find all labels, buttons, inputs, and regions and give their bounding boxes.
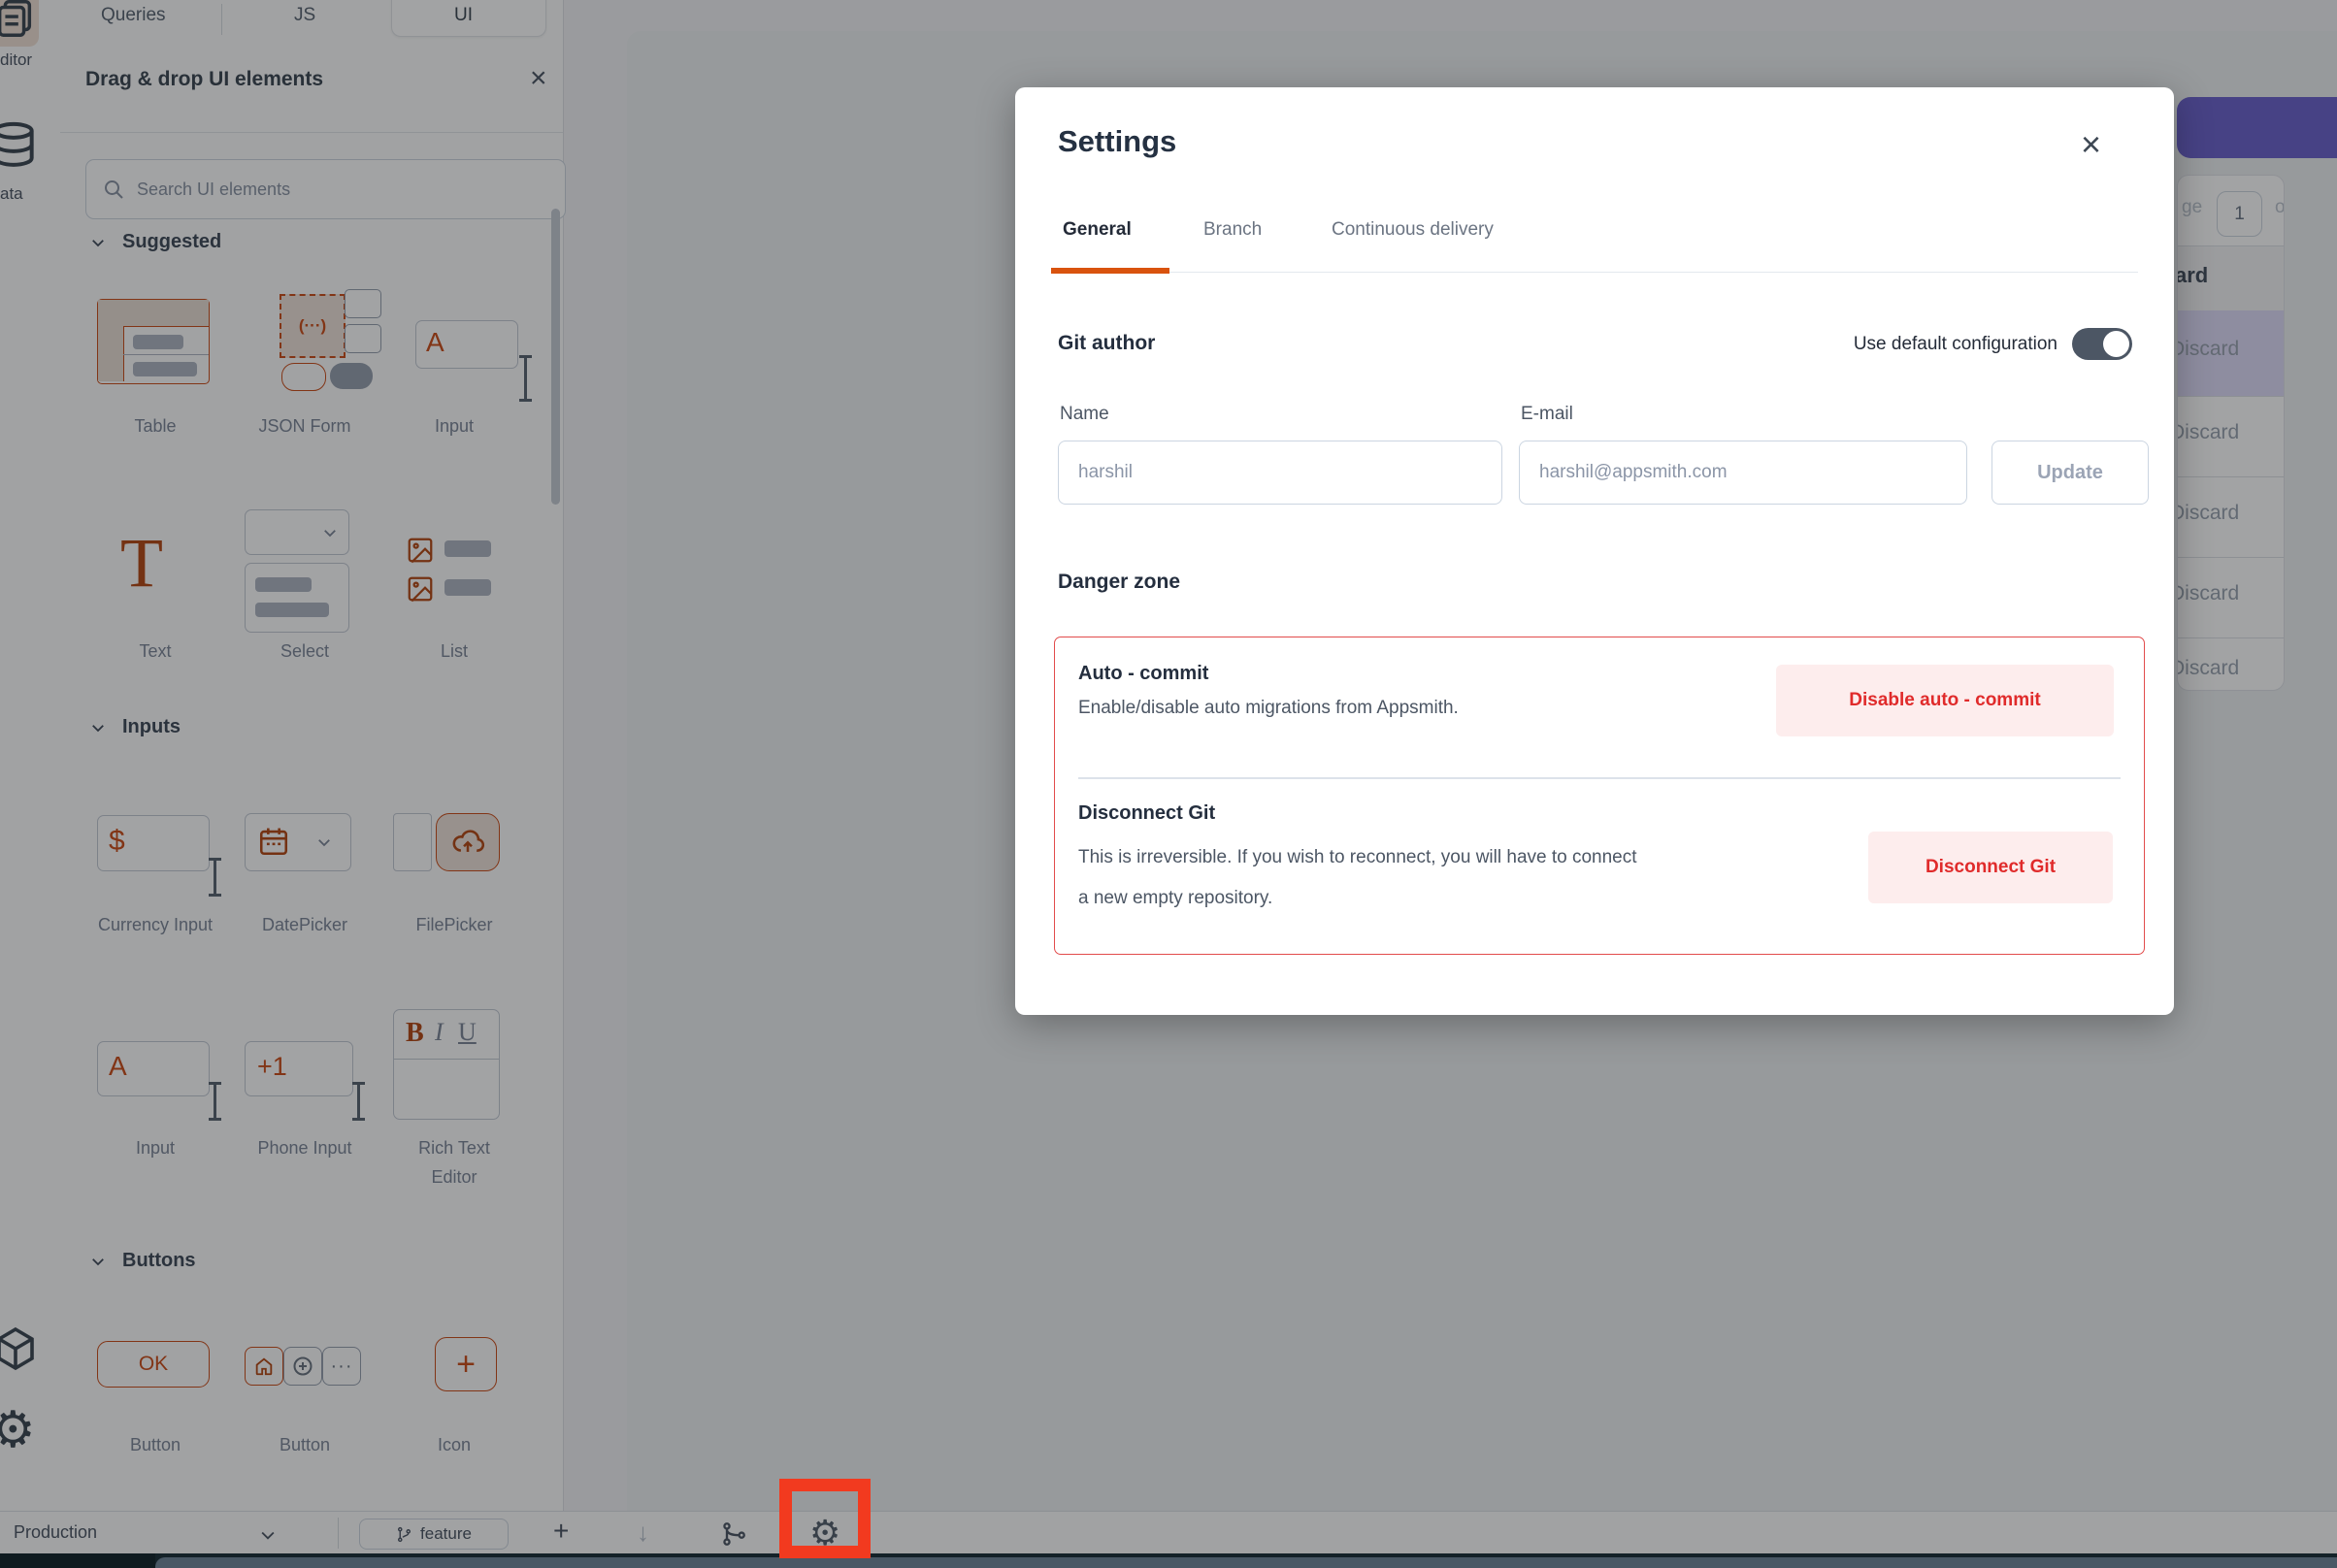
name-value: harshil [1078,462,1133,483]
danger-divider [1078,777,2121,779]
toggle-knob [2103,331,2129,357]
annotation-highlight-box [779,1479,871,1558]
active-tab-underline [1051,268,1169,274]
email-input[interactable]: harshil@appsmith.com [1519,441,1967,505]
auto-commit-title: Auto - commit [1078,663,1208,685]
modal-tab-general[interactable]: General [1063,219,1132,241]
name-input[interactable]: harshil [1058,441,1502,505]
danger-zone-heading: Danger zone [1058,571,1180,594]
modal-tab-continuous-delivery[interactable]: Continuous delivery [1332,219,1494,241]
modal-tab-branch[interactable]: Branch [1203,219,1262,241]
git-author-heading: Git author [1058,332,1155,355]
disconnect-title: Disconnect Git [1078,802,1215,825]
email-label: E-mail [1521,404,1573,425]
modal-title: Settings [1058,124,1176,159]
disconnect-git-button[interactable]: Disconnect Git [1868,832,2113,903]
auto-commit-desc: Enable/disable auto migrations from Apps… [1078,698,1459,719]
close-modal-icon[interactable]: × [2081,124,2101,165]
danger-zone-box: Auto - commit Enable/disable auto migrat… [1054,637,2145,955]
use-default-toggle[interactable] [2072,328,2132,360]
update-button[interactable]: Update [1991,441,2149,505]
use-default-label: Use default configuration [1819,334,2057,355]
disconnect-desc: This is irreversible. If you wish to rec… [1078,837,1641,919]
name-label: Name [1060,404,1109,425]
app-screen: ge 1 o ard Discard Discard Discard Disca… [0,0,2337,1568]
email-value: harshil@appsmith.com [1539,462,1728,483]
tab-strip-line [1051,272,2138,273]
settings-modal: Settings × General Branch Continuous del… [1015,87,2174,1015]
disable-auto-commit-button[interactable]: Disable auto - commit [1776,665,2114,736]
